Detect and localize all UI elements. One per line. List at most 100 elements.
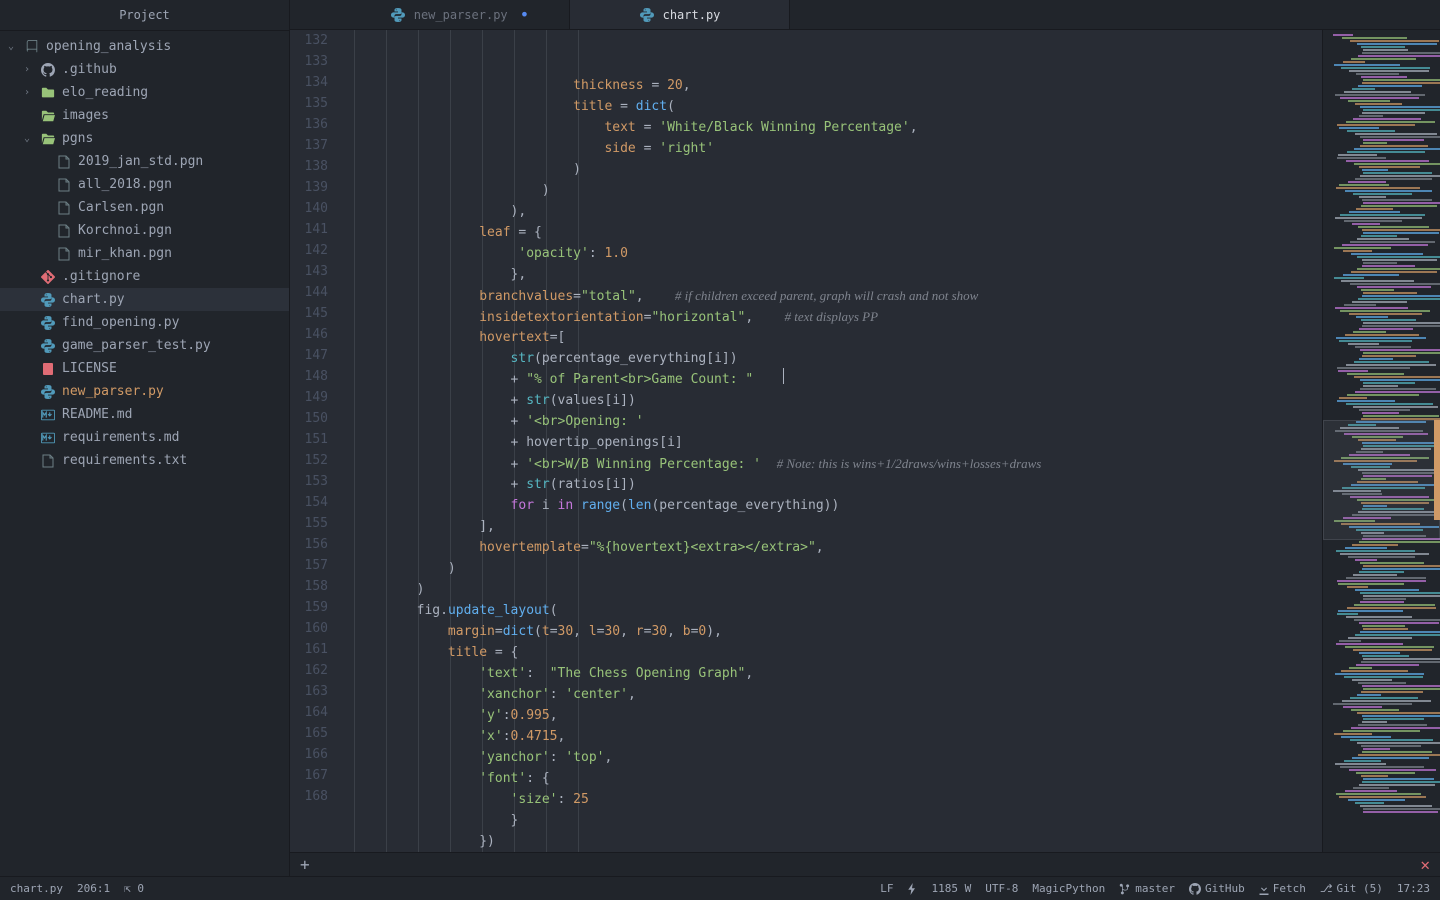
tab-label: chart.py <box>663 8 721 22</box>
tree-root[interactable]: ⌄ opening_analysis <box>0 35 289 58</box>
code-line[interactable]: hovertemplate="%{hovertext}<extra></extr… <box>354 537 1322 558</box>
status-git[interactable]: ⎇ Git (5) <box>1320 882 1383 895</box>
tree-item-find-opening-py[interactable]: find_opening.py <box>0 311 289 334</box>
tree-item-chart-py[interactable]: chart.py <box>0 288 289 311</box>
status-encoding[interactable]: UTF-8 <box>985 882 1018 895</box>
tree-item-license[interactable]: LICENSE <box>0 357 289 380</box>
code-line[interactable]: 'size': 25 <box>354 789 1322 810</box>
tree-item-label: images <box>62 108 109 123</box>
code-line[interactable]: 'xanchor': 'center', <box>354 684 1322 705</box>
code-area[interactable]: thickness = 20, title = dict( text = 'Wh… <box>338 30 1322 852</box>
tree-item-elo-reading[interactable]: ›elo_reading <box>0 81 289 104</box>
tree-item-label: 2019_jan_std.pgn <box>78 154 203 169</box>
status-time[interactable]: 17:23 <box>1397 882 1430 895</box>
code-line[interactable]: ) <box>354 558 1322 579</box>
code-line[interactable]: 'yanchor': 'top', <box>354 747 1322 768</box>
tree-item-game-parser-test-py[interactable]: game_parser_test.py <box>0 334 289 357</box>
tree-item-requirements-txt[interactable]: requirements.txt <box>0 449 289 472</box>
code-line[interactable]: margin=dict(t=30, l=30, r=30, b=0), <box>354 621 1322 642</box>
sidebar-header: Project <box>0 0 289 31</box>
minimap-scrollbar[interactable] <box>1434 420 1440 520</box>
chevron-icon: ⌄ <box>24 133 34 144</box>
status-file[interactable]: chart.py <box>10 882 63 895</box>
code-line[interactable]: side = 'right' <box>354 138 1322 159</box>
tree-item-label: Korchnoi.pgn <box>78 223 172 238</box>
code-line[interactable]: 'y':0.995, <box>354 705 1322 726</box>
code-line[interactable]: hovertext=[ <box>354 327 1322 348</box>
tree-item-korchnoi-pgn[interactable]: Korchnoi.pgn <box>0 219 289 242</box>
tree-item-label: chart.py <box>62 292 125 307</box>
code-line[interactable]: + hovertip_openings[i] <box>354 432 1322 453</box>
tree-item-label: requirements.txt <box>62 453 187 468</box>
file-icon <box>40 62 56 78</box>
code-line[interactable]: } <box>354 810 1322 831</box>
status-language[interactable]: MagicPython <box>1032 882 1105 895</box>
code-line[interactable]: for i in range(len(percentage_everything… <box>354 495 1322 516</box>
tree-item-label: Carlsen.pgn <box>78 200 164 215</box>
tree-item-new-parser-py[interactable]: new_parser.py <box>0 380 289 403</box>
tree-item-label: game_parser_test.py <box>62 338 211 353</box>
status-fetch[interactable]: Fetch <box>1259 882 1306 895</box>
code-line[interactable]: text = 'White/Black Winning Percentage', <box>354 117 1322 138</box>
tree-item-readme-md[interactable]: README.md <box>0 403 289 426</box>
editor-content[interactable]: 1321331341351361371381391401411421431441… <box>290 30 1440 852</box>
status-bar: chart.py 206:1 ⇱ 0 LF 1185 W UTF-8 Magic… <box>0 876 1440 900</box>
add-tab-button[interactable]: + <box>300 855 310 874</box>
status-position[interactable]: 206:1 <box>77 882 110 895</box>
code-line[interactable]: + "% of Parent<br>Game Count: " <box>354 369 1322 390</box>
tree-item-label: new_parser.py <box>62 384 164 399</box>
code-line[interactable]: fig.update_layout( <box>354 600 1322 621</box>
file-icon <box>56 154 72 170</box>
code-line[interactable]: + str(ratios[i]) <box>354 474 1322 495</box>
minimap-viewport[interactable] <box>1323 420 1440 540</box>
code-line[interactable]: insidetextorientation="horizontal", # te… <box>354 306 1322 327</box>
code-line[interactable]: 'opacity': 1.0 <box>354 243 1322 264</box>
code-line[interactable]: 'x':0.4715, <box>354 726 1322 747</box>
status-github[interactable]: GitHub <box>1189 882 1245 895</box>
tab-chart-py[interactable]: chart.py <box>570 0 790 29</box>
code-line[interactable]: ) <box>354 159 1322 180</box>
code-line[interactable]: + '<br>Opening: ' <box>354 411 1322 432</box>
tree-item-label: .gitignore <box>62 269 140 284</box>
tree-item-pgns[interactable]: ⌄pgns <box>0 127 289 150</box>
tree-item-all-2018-pgn[interactable]: all_2018.pgn <box>0 173 289 196</box>
tree-item-requirements-md[interactable]: requirements.md <box>0 426 289 449</box>
code-line[interactable]: branchvalues="total", # if children exce… <box>354 285 1322 306</box>
code-line[interactable]: + str(values[i]) <box>354 390 1322 411</box>
file-icon <box>40 407 56 423</box>
status-selection[interactable]: ⇱ 0 <box>124 882 144 895</box>
file-tree[interactable]: ⌄ opening_analysis ›.github›elo_readingi… <box>0 31 289 876</box>
code-line[interactable]: 'font': { <box>354 768 1322 789</box>
code-line[interactable]: str(percentage_everything[i]) <box>354 348 1322 369</box>
close-tab-button[interactable]: ✕ <box>1420 855 1430 874</box>
tree-item-label: README.md <box>62 407 132 422</box>
tree-item-mir-khan-pgn[interactable]: mir_khan.pgn <box>0 242 289 265</box>
code-line[interactable]: ) <box>354 579 1322 600</box>
tree-item-label: LICENSE <box>62 361 117 376</box>
tree-item-label: mir_khan.pgn <box>78 246 172 261</box>
status-branch[interactable]: master <box>1119 882 1175 895</box>
tree-item--github[interactable]: ›.github <box>0 58 289 81</box>
code-line[interactable]: ), <box>354 201 1322 222</box>
tab-new-parser-py[interactable]: new_parser.py• <box>350 0 570 29</box>
file-icon <box>40 108 56 124</box>
status-line-ending[interactable]: LF <box>880 882 893 895</box>
tree-item-2019-jan-std-pgn[interactable]: 2019_jan_std.pgn <box>0 150 289 173</box>
code-line[interactable]: leaf = { <box>354 222 1322 243</box>
code-line[interactable]: 'text': "The Chess Opening Graph", <box>354 663 1322 684</box>
lightning-icon[interactable] <box>907 883 917 895</box>
tree-item-carlsen-pgn[interactable]: Carlsen.pgn <box>0 196 289 219</box>
status-width[interactable]: 1185 W <box>931 882 971 895</box>
code-line[interactable]: ) <box>354 180 1322 201</box>
file-icon <box>56 200 72 216</box>
code-line[interactable]: thickness = 20, <box>354 75 1322 96</box>
code-line[interactable]: }) <box>354 831 1322 852</box>
tree-item-images[interactable]: images <box>0 104 289 127</box>
code-line[interactable]: + '<br>W/B Winning Percentage: ' # Note:… <box>354 453 1322 474</box>
tree-item--gitignore[interactable]: .gitignore <box>0 265 289 288</box>
code-line[interactable]: title = { <box>354 642 1322 663</box>
minimap[interactable] <box>1322 30 1440 852</box>
code-line[interactable]: }, <box>354 264 1322 285</box>
code-line[interactable]: ], <box>354 516 1322 537</box>
code-line[interactable]: title = dict( <box>354 96 1322 117</box>
